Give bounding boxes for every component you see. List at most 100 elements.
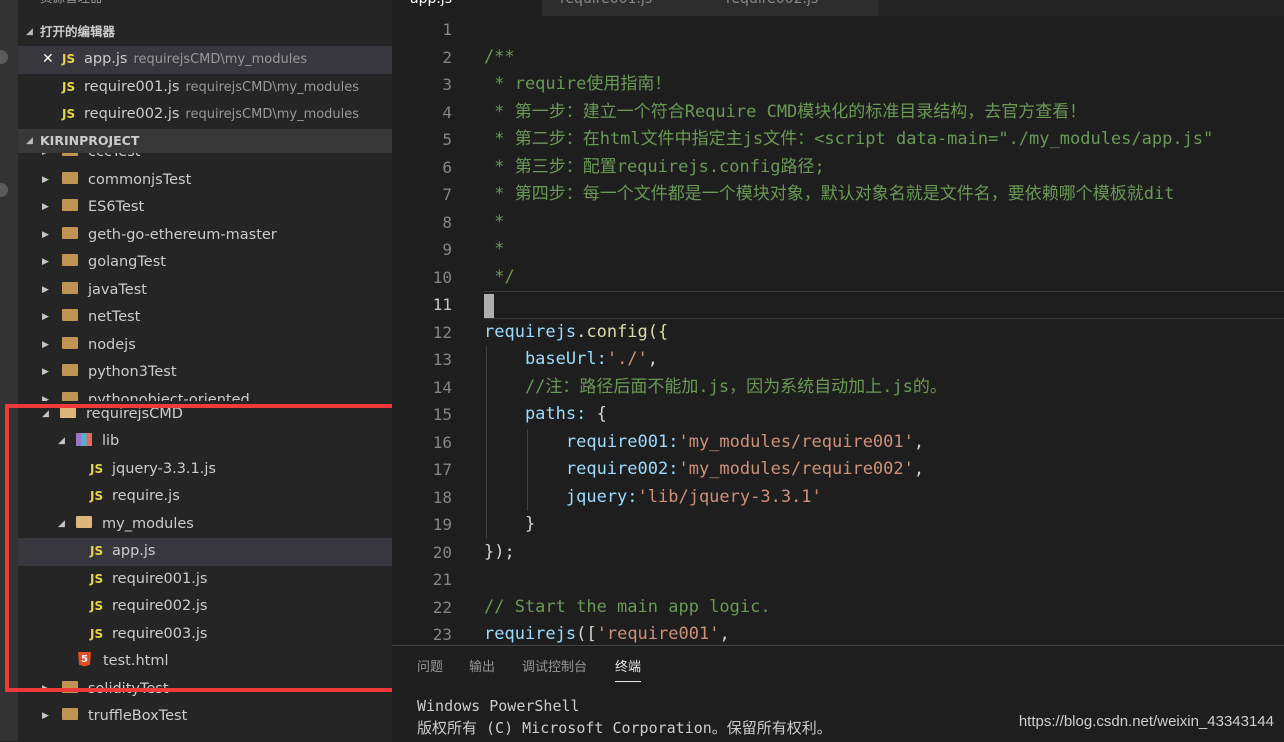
tab-problems[interactable]: 问题: [417, 646, 443, 690]
tree-folder[interactable]: ▶ javaTest: [18, 277, 392, 305]
project-title: KIRINPROJECT: [40, 132, 140, 148]
folder-open-icon: [60, 405, 76, 418]
token: requirejs: [484, 624, 577, 644]
folder-icon: [62, 281, 78, 294]
project-header[interactable]: ◢ KIRINPROJECT: [18, 128, 392, 153]
close-icon[interactable]: ✕: [42, 46, 54, 74]
open-editor-item-app[interactable]: ✕ JS app.js requirejsCMD\my_modules: [18, 46, 392, 74]
tab-output[interactable]: 输出: [469, 646, 495, 690]
folder-open-icon: [76, 515, 92, 528]
tab-app-js[interactable]: app.js: [392, 0, 543, 16]
tree-folder-my-modules[interactable]: ◢ my_modules: [18, 511, 392, 539]
file-name: require001.js: [112, 570, 208, 587]
line-number-gutter: 1 2 3 4 5 6 7 8 9 10 11 12 13 14 15 16 17 18 19 20 21 22 23: [392, 16, 452, 645]
line-number: 6: [442, 157, 452, 177]
folder-name: my_modules: [102, 515, 194, 532]
code-line: * 第二步：在html文件中指定主js文件：<script data-main=…: [484, 129, 1214, 149]
file-name: require.js: [112, 488, 180, 504]
code-editor[interactable]: app.js require001.js require002.js 12345…: [392, 0, 1284, 645]
line-number: 7: [442, 185, 452, 204]
token: .config({: [576, 321, 669, 342]
token: ,: [913, 431, 925, 452]
file-name: require003.js: [112, 625, 208, 642]
tree-folder-truffleBoxTest[interactable]: ▶ truffleBoxTest: [18, 703, 392, 731]
folder-name: requirejsCMD: [86, 405, 183, 422]
tree-folder[interactable]: ▶ golangTest: [18, 249, 392, 277]
code-line: /**: [484, 46, 515, 67]
tree-file-require002[interactable]: JS require002.js: [18, 593, 392, 621]
folder-name: pythonobject-oriented: [88, 391, 250, 401]
code-line: *: [484, 211, 505, 232]
js-file-icon: JS: [90, 489, 104, 503]
token: baseUrl:: [484, 349, 607, 369]
tree-folder[interactable]: ▶ commonjsTest: [18, 167, 392, 195]
tree-folder-solidityTest[interactable]: ▶ solidityTest: [18, 676, 392, 704]
open-editors-header[interactable]: ◢ 打开的编辑器: [18, 18, 392, 46]
js-file-icon: JS: [90, 571, 104, 586]
watermark-url: https://blog.csdn.net/weixin_43343144: [1018, 713, 1274, 730]
explorer-sidebar: 资源管理器 ◢ 打开的编辑器 ✕ JS app.js requirejsCMD\my…: [18, 0, 392, 741]
collapsed-arrow-icon: ▶: [42, 257, 49, 267]
tree-file-app[interactable]: JS app.js: [18, 538, 392, 566]
collapsed-arrow-icon: ▶: [42, 683, 49, 694]
tree-file-test-html[interactable]: 5 test.html: [18, 648, 392, 676]
tree-file-require[interactable]: JS require.js: [18, 483, 392, 511]
line-number: 11: [432, 295, 452, 314]
line-number: 4: [442, 102, 452, 122]
tab-debug-console[interactable]: 调试控制台: [522, 646, 587, 690]
code-line: paths: {: [484, 401, 1284, 429]
tree-folder-requirejsCMD[interactable]: ◢ requirejsCMD: [18, 401, 392, 429]
file-name: test.html: [103, 653, 169, 669]
terminal-line[interactable]: 版权所有 (C) Microsoft Corporation。保留所有权利。: [417, 717, 832, 738]
folder-name: netTest: [88, 309, 141, 325]
collapsed-arrow-icon: ▶: [42, 284, 49, 295]
tab-require001-js[interactable]: require001.js: [542, 0, 713, 16]
tree-folder[interactable]: ▶ nodejs: [18, 332, 392, 360]
tab-require002-js[interactable]: require002.js: [708, 0, 879, 16]
line-number: 9: [442, 240, 452, 259]
expanded-arrow-icon: ◢: [58, 436, 65, 446]
code-line: * 第三步：配置requirejs.config路径;: [484, 156, 825, 177]
tab-terminal[interactable]: 终端: [615, 646, 642, 690]
tree-folder[interactable]: ▶ netTest: [18, 304, 392, 332]
tree-folder[interactable]: ▶ geth-go-ethereum-master: [18, 222, 392, 250]
code-line: }: [484, 511, 1284, 539]
file-path: requirejsCMD\my_modules: [133, 52, 308, 67]
folder-name: python3Test: [88, 364, 177, 380]
folder-name: ES6Test: [88, 199, 145, 215]
tree-file-jquery[interactable]: JS jquery-3.3.1.js: [18, 456, 392, 484]
tree-file-require003[interactable]: JS require003.js: [18, 621, 392, 649]
text-cursor: [484, 294, 494, 318]
file-name: app.js: [112, 543, 156, 559]
editor-tabs: app.js require001.js require002.js: [392, 0, 1284, 16]
activity-icon[interactable]: [0, 50, 8, 64]
line-number: 3: [442, 75, 452, 94]
open-editor-item-require001[interactable]: JS require001.js requirejsCMD\my_modules: [18, 74, 392, 102]
token: paths:: [484, 404, 587, 424]
code-lines[interactable]: /** * require使用指南！ * 第一步：建立一个符合Require C…: [484, 16, 1284, 645]
code-line: });: [484, 541, 515, 562]
folder-list: ▶ commonjsTest ▶ ES6Test ▶ geth-go-ethereum-m…: [18, 167, 392, 387]
tree-folder[interactable]: ▶ ES6Test: [18, 194, 392, 222]
terminal-line[interactable]: Windows PowerShell: [417, 697, 580, 715]
file-path: requirejsCMD\my_modules: [185, 107, 360, 122]
open-editor-item-require002[interactable]: JS require002.js requirejsCMD\my_modules: [18, 101, 392, 129]
token: 'my_modules/require002': [678, 459, 914, 479]
code-line: * require使用指南！: [484, 74, 672, 94]
js-file-icon: JS: [90, 599, 104, 613]
activity-icon[interactable]: [0, 183, 8, 197]
token: jquery:: [484, 486, 638, 507]
code-line: * 第四步：每一个文件都是一个模块对象，默认对象名就是文件名，要依赖哪个模板就d…: [484, 184, 1175, 204]
code-line: // Start the main app logic.: [484, 596, 771, 617]
tree-file-require001[interactable]: JS require001.js: [18, 566, 392, 594]
tree-folder-lib[interactable]: ◢ lib: [18, 428, 392, 456]
line-number: 22: [432, 597, 452, 617]
token: 'lib/jquery-3.3.1': [637, 486, 822, 507]
file-name: jquery-3.3.1.js: [112, 460, 216, 477]
tree-folder[interactable]: ▶ python3Test: [18, 359, 392, 387]
code-line: * 第一步：建立一个符合Require CMD模块化的标准目录结构，去官方查看！: [484, 101, 1087, 122]
js-file-icon: JS: [62, 107, 76, 121]
folder-icon: [62, 680, 78, 693]
code-line-current: [484, 291, 1284, 319]
collapse-arrow-icon: ◢: [26, 27, 33, 37]
